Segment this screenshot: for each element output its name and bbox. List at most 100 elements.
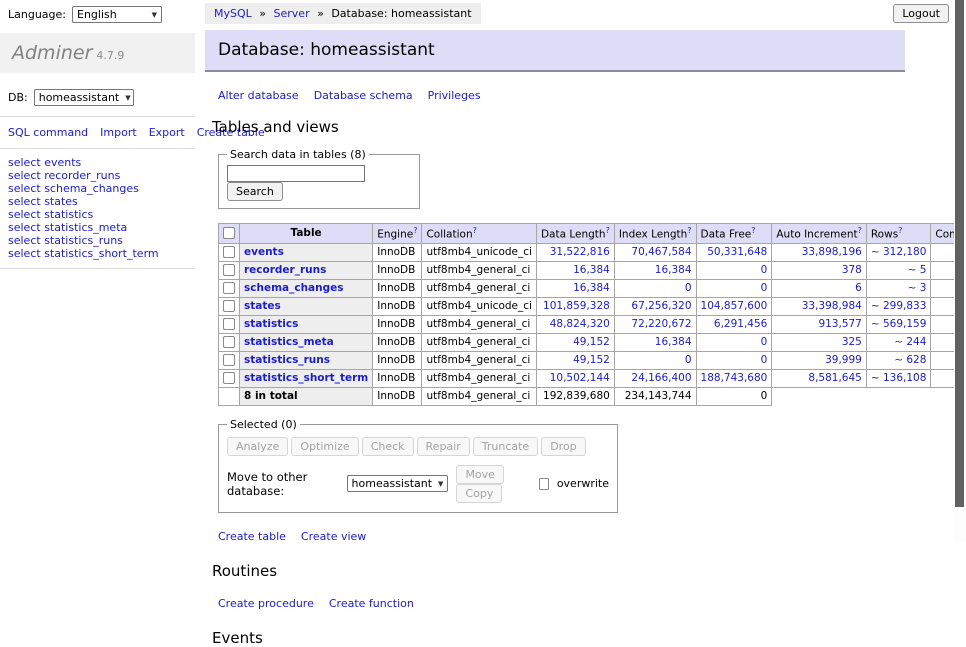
auto-increment-link[interactable]: 6 [855,282,862,294]
data-length-link[interactable]: 31,522,816 [550,246,610,258]
analyze-button[interactable]: Analyze [227,437,288,456]
row-checkbox[interactable] [223,354,235,366]
copy-button[interactable]: Copy [456,484,502,503]
index-length-link[interactable]: 24,166,400 [631,372,691,384]
help-icon[interactable]: ? [606,226,610,235]
select-link[interactable]: select [8,182,41,195]
sidebar-action-import[interactable]: Import [100,126,137,139]
data-free-link[interactable]: 104,857,600 [701,300,768,312]
breadcrumb-link[interactable]: Server [274,7,310,20]
row-checkbox[interactable] [223,282,235,294]
data-free-link[interactable]: 0 [761,264,768,276]
data-free-link[interactable]: 6,291,456 [714,318,767,330]
data-free-link[interactable]: 50,331,648 [707,246,767,258]
sidebar-action-export[interactable]: Export [149,126,185,139]
auto-increment-link[interactable]: 33,898,196 [802,246,862,258]
row-checkbox[interactable] [223,300,235,312]
table-name-link[interactable]: states [244,300,281,312]
rows-link[interactable]: ~ 628 [894,354,926,366]
row-checkbox[interactable] [223,264,235,276]
table-name-link[interactable]: statistics_runs [244,354,330,366]
link-create-table[interactable]: Create table [218,530,286,543]
select-link[interactable]: select [8,247,41,260]
move-database-select[interactable]: homeassistant ▼ [347,475,449,492]
data-length-link[interactable]: 16,384 [573,282,610,294]
auto-increment-link[interactable]: 378 [842,264,862,276]
data-length-link[interactable]: 48,824,320 [550,318,610,330]
select-link[interactable]: select [8,156,41,169]
vertical-scrollbar[interactable] [954,0,966,543]
help-icon[interactable]: ? [687,226,691,235]
link-create-procedure[interactable]: Create procedure [218,597,314,610]
table-link[interactable]: schema_changes [44,182,139,195]
check-button[interactable]: Check [362,437,414,456]
auto-increment-link[interactable]: 39,999 [825,354,862,366]
data-free-link[interactable]: 0 [761,354,768,366]
data-length-link[interactable]: 10,502,144 [550,372,610,384]
table-link[interactable]: statistics [44,208,93,221]
rows-link[interactable]: ~ 5 [908,264,927,276]
repair-button[interactable]: Repair [417,437,470,456]
rows-link[interactable]: ~ 244 [894,336,926,348]
link-privileges[interactable]: Privileges [428,89,481,102]
index-length-link[interactable]: 67,256,320 [631,300,691,312]
index-length-link[interactable]: 16,384 [655,264,692,276]
auto-increment-link[interactable]: 913,577 [818,318,861,330]
rows-link[interactable]: ~ 299,833 [871,300,927,312]
select-all-checkbox[interactable] [223,227,235,239]
select-link[interactable]: select [8,234,41,247]
table-name-link[interactable]: statistics_meta [244,336,334,348]
help-icon[interactable]: ? [413,226,417,235]
select-link[interactable]: select [8,195,41,208]
rows-link[interactable]: ~ 312,180 [871,246,927,258]
index-length-link[interactable]: 16,384 [655,336,692,348]
breadcrumb-link[interactable]: MySQL [214,7,252,20]
auto-increment-link[interactable]: 8,581,645 [808,372,861,384]
select-link[interactable]: select [8,169,41,182]
row-checkbox[interactable] [223,336,235,348]
help-icon[interactable]: ? [751,226,755,235]
row-checkbox[interactable] [223,372,235,384]
rows-link[interactable]: ~ 136,108 [871,372,927,384]
link-database-schema[interactable]: Database schema [314,89,413,102]
drop-button[interactable]: Drop [541,437,585,456]
table-name-link[interactable]: statistics_short_term [244,372,368,384]
move-button[interactable]: Move [456,465,504,484]
data-length-link[interactable]: 101,859,328 [543,300,610,312]
table-link[interactable]: recorder_runs [44,169,120,182]
data-length-link[interactable]: 16,384 [573,264,610,276]
table-link[interactable]: statistics_runs [44,234,123,247]
sidebar-action-sql-command[interactable]: SQL command [8,126,88,139]
truncate-button[interactable]: Truncate [473,437,538,456]
table-name-link[interactable]: statistics [244,318,298,330]
link-create-view[interactable]: Create view [301,530,366,543]
data-length-link[interactable]: 49,152 [573,354,610,366]
table-name-link[interactable]: schema_changes [244,282,344,294]
data-free-link[interactable]: 0 [761,336,768,348]
link-create-function[interactable]: Create function [329,597,414,610]
search-button[interactable]: Search [227,182,283,201]
index-length-link[interactable]: 0 [685,282,692,294]
row-checkbox[interactable] [223,318,235,330]
row-checkbox[interactable] [223,246,235,258]
optimize-button[interactable]: Optimize [291,437,358,456]
select-link[interactable]: select [8,221,41,234]
link-alter-database[interactable]: Alter database [218,89,299,102]
data-free-link[interactable]: 0 [761,282,768,294]
table-link[interactable]: events [44,156,81,169]
index-length-link[interactable]: 72,220,672 [631,318,691,330]
table-link[interactable]: states [44,195,78,208]
rows-link[interactable]: ~ 3 [908,282,927,294]
data-free-link[interactable]: 188,743,680 [701,372,768,384]
data-length-link[interactable]: 49,152 [573,336,610,348]
overwrite-checkbox[interactable] [539,478,549,490]
table-name-link[interactable]: events [244,246,284,258]
search-input[interactable] [227,165,365,182]
auto-increment-link[interactable]: 33,398,984 [802,300,862,312]
db-select[interactable]: homeassistant ▼ [34,89,134,106]
table-link[interactable]: statistics_short_term [44,247,158,260]
help-icon[interactable]: ? [898,226,902,235]
scrollbar-thumb[interactable] [955,0,964,507]
table-name-link[interactable]: recorder_runs [244,264,326,276]
index-length-link[interactable]: 0 [685,354,692,366]
